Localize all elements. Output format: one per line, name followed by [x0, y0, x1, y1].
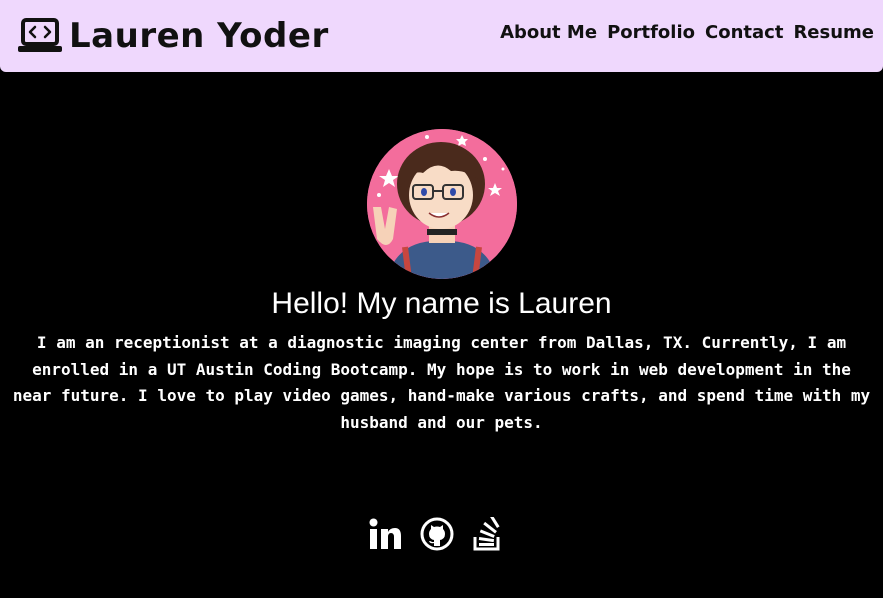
brand-link[interactable]: Lauren Yoder: [17, 12, 329, 60]
stack-overflow-icon: [473, 514, 500, 551]
navbar: Lauren Yoder About Me Portfolio Contact …: [0, 0, 883, 72]
nav-item-portfolio[interactable]: Portfolio: [607, 24, 695, 42]
github-icon: [420, 517, 454, 551]
social-links: [368, 514, 502, 555]
laptop-code-icon: [17, 16, 63, 56]
stack-overflow-link[interactable]: [472, 514, 502, 555]
brand-name: Lauren Yoder: [69, 16, 329, 56]
greeting-heading: Hello! My name is Lauren: [271, 287, 612, 320]
nav-item-resume[interactable]: Resume: [793, 24, 874, 42]
github-link[interactable]: [420, 517, 454, 555]
profile-avatar: [367, 129, 517, 279]
linkedin-icon: [369, 518, 401, 549]
linkedin-link[interactable]: [368, 518, 402, 554]
nav-links: About Me Portfolio Contact Resume: [500, 24, 874, 42]
nav-item-about-me[interactable]: About Me: [500, 24, 597, 42]
nav-item-contact[interactable]: Contact: [705, 24, 783, 42]
bio-paragraph: I am an receptionist at a diagnostic ima…: [12, 333, 871, 432]
profile-avatar-illustration: [367, 129, 517, 279]
